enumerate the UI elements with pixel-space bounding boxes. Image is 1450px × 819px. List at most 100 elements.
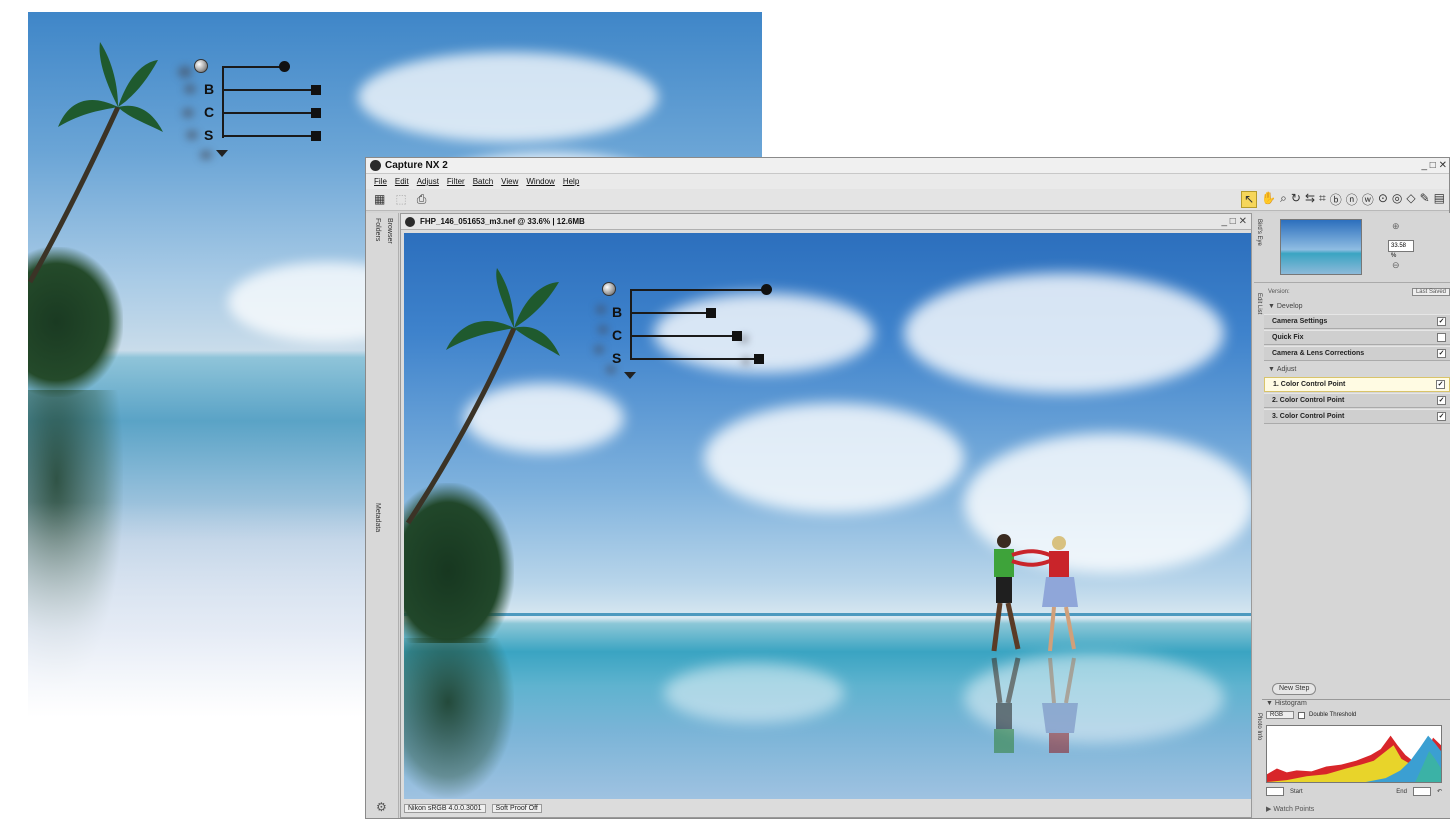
print-icon[interactable]: ⎙ [417,192,427,207]
hand-tool-icon[interactable]: ✋ [1261,191,1276,208]
folders-tab[interactable]: Folders [374,218,381,241]
version-select[interactable]: Last Saved [1411,288,1450,296]
zoom-in-icon[interactable]: ⊕ [1392,221,1400,232]
step-color-control-point-2[interactable]: 2. Color Control Point ✓ [1264,393,1450,408]
birds-eye-panel: Bird's Eye ⊕ 33.58 % ⊖ [1254,213,1450,283]
ccp-knob[interactable] [194,59,208,73]
step-checkbox[interactable]: ✓ [1437,349,1446,358]
expand-triangle-icon-small[interactable] [624,372,636,379]
document-window: FHP_146_051653_m3.nef @ 33.6% | 12.6MB _… [400,213,1252,818]
new-step-button[interactable]: New Step [1272,683,1317,695]
histogram-graph [1266,725,1442,783]
watch-points-heading[interactable]: ▶ Watch Points [1262,805,1314,813]
selection-brush-icon[interactable]: ✎ [1420,191,1430,208]
menu-help[interactable]: Help [563,177,579,186]
menu-adjust[interactable]: Adjust [417,177,439,186]
saturation-label: S [204,127,214,143]
histogram-footer: Start End ↶ [1266,787,1442,796]
histogram-panel: ▼ Histogram RGB Double Threshold Start E… [1262,699,1450,804]
contrast-label-small: C [612,327,623,343]
step-checkbox[interactable]: ✓ [1437,396,1446,405]
menu-view[interactable]: View [501,177,518,186]
color-profile: Nikon sRGB 4.0.0.3001 [404,803,486,813]
channel-select[interactable]: RGB [1266,711,1295,719]
app-title: Capture NX 2 [385,160,448,171]
histogram-title[interactable]: ▼ Histogram [1262,700,1450,710]
menu-filter[interactable]: Filter [447,177,465,186]
photo-canvas[interactable]: B C S [404,233,1251,799]
adjust-heading[interactable]: ▼ Adjust [1264,362,1450,376]
step-color-control-point-1[interactable]: 1. Color Control Point ✓ [1264,377,1450,392]
step-quick-fix[interactable]: Quick Fix [1264,330,1450,345]
ccp-size-handle[interactable] [279,61,290,72]
brightness-label-small: B [612,304,623,320]
zoom-input[interactable]: 33.58 % [1388,240,1414,259]
straighten-tool-icon[interactable]: ⇆ [1305,191,1315,208]
ccp-overlay-large: B C S [178,58,334,168]
saturation-label-small: S [612,350,622,366]
toolbar: ▦ ⬚ ⎙ ↖ ✋ ⌕ ↻ ⇆ ⌗ ⓑ ⓝ ⓦ ⊙ ◎ ◇ ✎ ▤ [366,189,1449,211]
step-checkbox[interactable]: ✓ [1437,317,1446,326]
title-bar: Capture NX 2 _ □ ✕ [366,158,1449,174]
rotate-tool-icon[interactable]: ↻ [1291,191,1301,208]
soft-proof-select[interactable]: Soft Proof Off [491,803,542,813]
birds-eye-thumbnail[interactable] [1280,219,1362,275]
start-input[interactable] [1266,787,1284,796]
menu-window[interactable]: Window [526,177,554,186]
couple-figures [991,534,1078,753]
settings-gear-icon[interactable]: ⚙ [376,800,387,814]
ccp-overlay-small: B C S [594,281,772,391]
status-bar: Nikon sRGB 4.0.0.3001 Soft Proof Off [404,801,542,815]
workspace-icon[interactable]: ⬚ [395,192,406,207]
app-icon [370,160,381,171]
neutral-point-icon[interactable]: ⓝ [1346,191,1358,208]
direct-select-tool-icon[interactable]: ↖ [1241,191,1258,208]
brightness-label: B [204,81,215,97]
ccp-knob-small[interactable] [602,282,616,296]
black-point-icon[interactable]: ⓑ [1330,191,1342,208]
version-label: Version: [1268,289,1290,295]
auto-retouch-icon[interactable]: ◎ [1392,191,1402,208]
zoom-out-icon[interactable]: ⊖ [1392,260,1400,271]
edit-list: Version: Last Saved ▼ Develop Camera Set… [1264,285,1450,425]
develop-heading[interactable]: ▼ Develop [1264,299,1450,313]
end-input[interactable] [1412,787,1431,796]
contrast-handle[interactable] [311,108,321,118]
palm-tree [28,42,163,284]
white-point-icon[interactable]: ⓦ [1362,191,1374,208]
menu-file[interactable]: File [374,177,387,186]
brightness-handle[interactable] [311,85,321,95]
lasso-icon[interactable]: ◇ [1406,191,1415,208]
step-camera-lens-corrections[interactable]: Camera & Lens Corrections ✓ [1264,346,1450,361]
browser-tab[interactable]: Browser [386,218,393,244]
double-threshold-checkbox[interactable] [1298,711,1306,719]
document-window-controls[interactable]: _ □ ✕ [1221,216,1251,227]
contrast-handle-small[interactable] [732,331,742,341]
reset-icon[interactable]: ↶ [1437,788,1442,795]
double-threshold-label: Double Threshold [1309,712,1357,718]
window-controls[interactable]: _ □ ✕ [1421,160,1449,171]
step-camera-settings[interactable]: Camera Settings ✓ [1264,314,1450,329]
document-title: FHP_146_051653_m3.nef @ 33.6% | 12.6MB [420,217,585,226]
expand-triangle-icon[interactable] [216,150,228,157]
screenshot-stage: B C S Capture NX 2 _ □ ✕ File Edit Adjus… [0,0,1450,819]
step-color-control-point-3[interactable]: 3. Color Control Point ✓ [1264,409,1450,424]
menu-batch[interactable]: Batch [473,177,493,186]
step-checkbox[interactable]: ✓ [1436,380,1445,389]
red-eye-icon[interactable]: ⊙ [1378,191,1388,208]
gradient-icon[interactable]: ▤ [1434,191,1445,208]
ccp-size-handle-small[interactable] [761,284,772,295]
metadata-tab[interactable]: Metadata [374,503,381,532]
step-checkbox[interactable] [1437,333,1446,342]
end-label: End [1396,788,1407,795]
saturation-handle[interactable] [311,131,321,141]
zoom-tool-icon[interactable]: ⌕ [1280,191,1287,208]
browser-toggle-icon[interactable]: ▦ [374,192,385,207]
step-checkbox[interactable]: ✓ [1437,412,1446,421]
saturation-handle-small[interactable] [754,354,764,364]
contrast-label: C [204,104,215,120]
right-panel: Bird's Eye ⊕ 33.58 % ⊖ Edit List Version… [1254,213,1450,818]
crop-tool-icon[interactable]: ⌗ [1319,191,1326,208]
brightness-handle-small[interactable] [706,308,716,318]
menu-edit[interactable]: Edit [395,177,409,186]
